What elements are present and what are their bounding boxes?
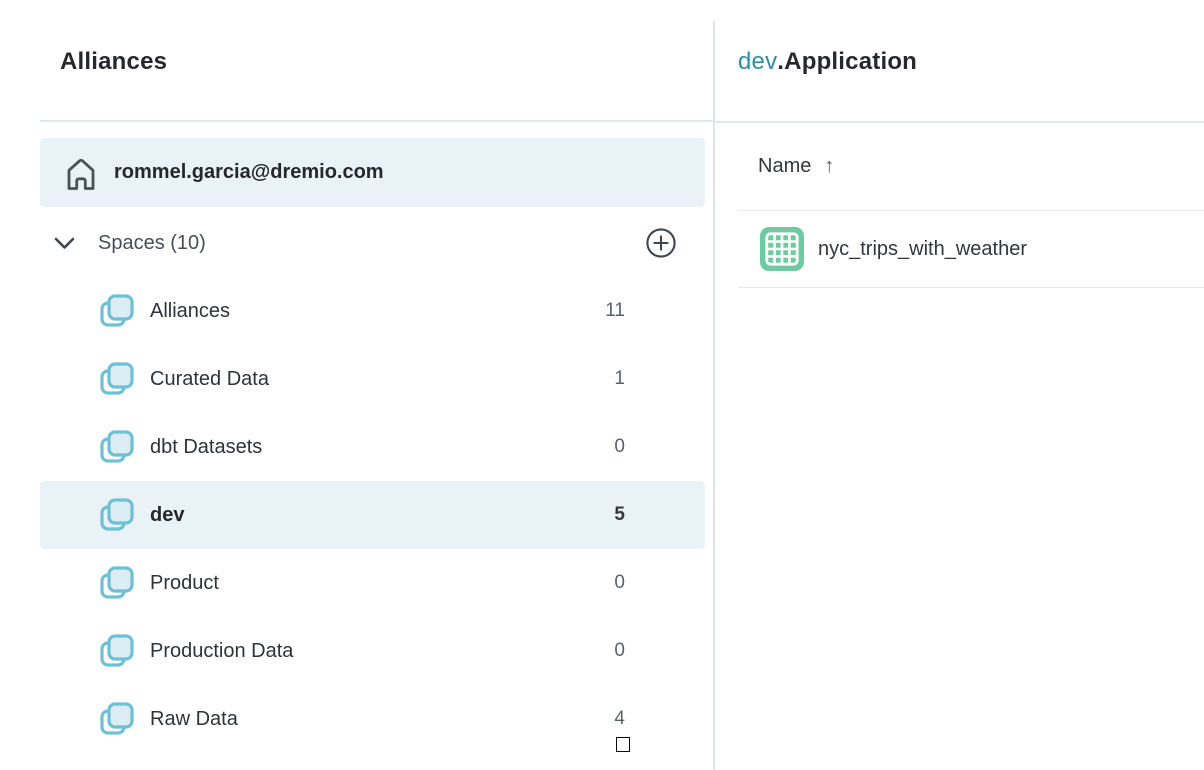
space-count: 0 [545, 436, 625, 458]
space-label: Alliances [150, 300, 230, 323]
sort-ascending-icon[interactable]: ↑ [824, 155, 834, 178]
sidebar-space-row[interactable]: Production Data 0 [0, 617, 713, 685]
sidebar-space-row[interactable]: Curated Data 1 [0, 345, 713, 413]
space-count: 5 [545, 504, 625, 526]
space-count: 4 [545, 708, 625, 730]
space-label: Raw Data [150, 708, 238, 731]
space-count: 0 [545, 640, 625, 662]
space-icon [96, 360, 136, 398]
panel-vertical-divider [713, 21, 715, 770]
sidebar-space-row[interactable]: Raw Data 4 [0, 685, 713, 753]
chevron-down-icon[interactable] [52, 235, 77, 252]
space-icon [96, 496, 136, 534]
table-header-rule [738, 210, 1204, 211]
space-label: Curated Data [150, 368, 269, 391]
space-icon [96, 632, 136, 670]
sidebar-space-row[interactable]: dbt Datasets 0 [0, 413, 713, 481]
spaces-section-label: Spaces (10) [98, 232, 206, 255]
space-label: dbt Datasets [150, 436, 262, 459]
breadcrumb-space-link[interactable]: dev [738, 48, 777, 75]
spaces-list: Alliances 11 Curated Data 1 dbt Datasets… [0, 277, 713, 753]
sidebar-space-row[interactable]: Product 0 [0, 549, 713, 617]
space-icon [96, 564, 136, 602]
breadcrumb: dev.Application [738, 48, 917, 76]
plus-circle-icon[interactable] [645, 227, 677, 259]
space-icon [96, 700, 136, 738]
table-grid-icon [760, 227, 804, 271]
left-panel-divider [40, 120, 713, 122]
spaces-section-header[interactable]: Spaces (10) [40, 225, 705, 261]
space-icon [96, 292, 136, 330]
home-item-label: rommel.garcia@dremio.com [114, 161, 384, 184]
dataset-name: nyc_trips_with_weather [818, 238, 1027, 261]
unknown-glyph-box [616, 737, 630, 752]
page-title: Alliances [60, 48, 167, 76]
home-item[interactable]: rommel.garcia@dremio.com [40, 138, 705, 207]
sidebar-space-row-dev[interactable]: dev 5 [0, 481, 713, 549]
sidebar-space-row[interactable]: Alliances 11 [0, 277, 713, 345]
space-count: 1 [545, 368, 625, 390]
space-label: Product [150, 572, 219, 595]
space-count: 11 [545, 300, 625, 322]
space-label: Production Data [150, 640, 293, 663]
dataset-row[interactable]: nyc_trips_with_weather [738, 212, 1204, 286]
table-column-header-name[interactable]: Name ↑ [758, 152, 834, 180]
space-icon [96, 428, 136, 466]
right-panel-divider [714, 121, 1204, 123]
home-icon [61, 153, 101, 193]
column-label: Name [758, 155, 811, 178]
space-label: dev [150, 504, 184, 527]
table-row-rule [738, 287, 1204, 288]
breadcrumb-entity: Application [784, 48, 917, 75]
space-count: 0 [545, 572, 625, 594]
